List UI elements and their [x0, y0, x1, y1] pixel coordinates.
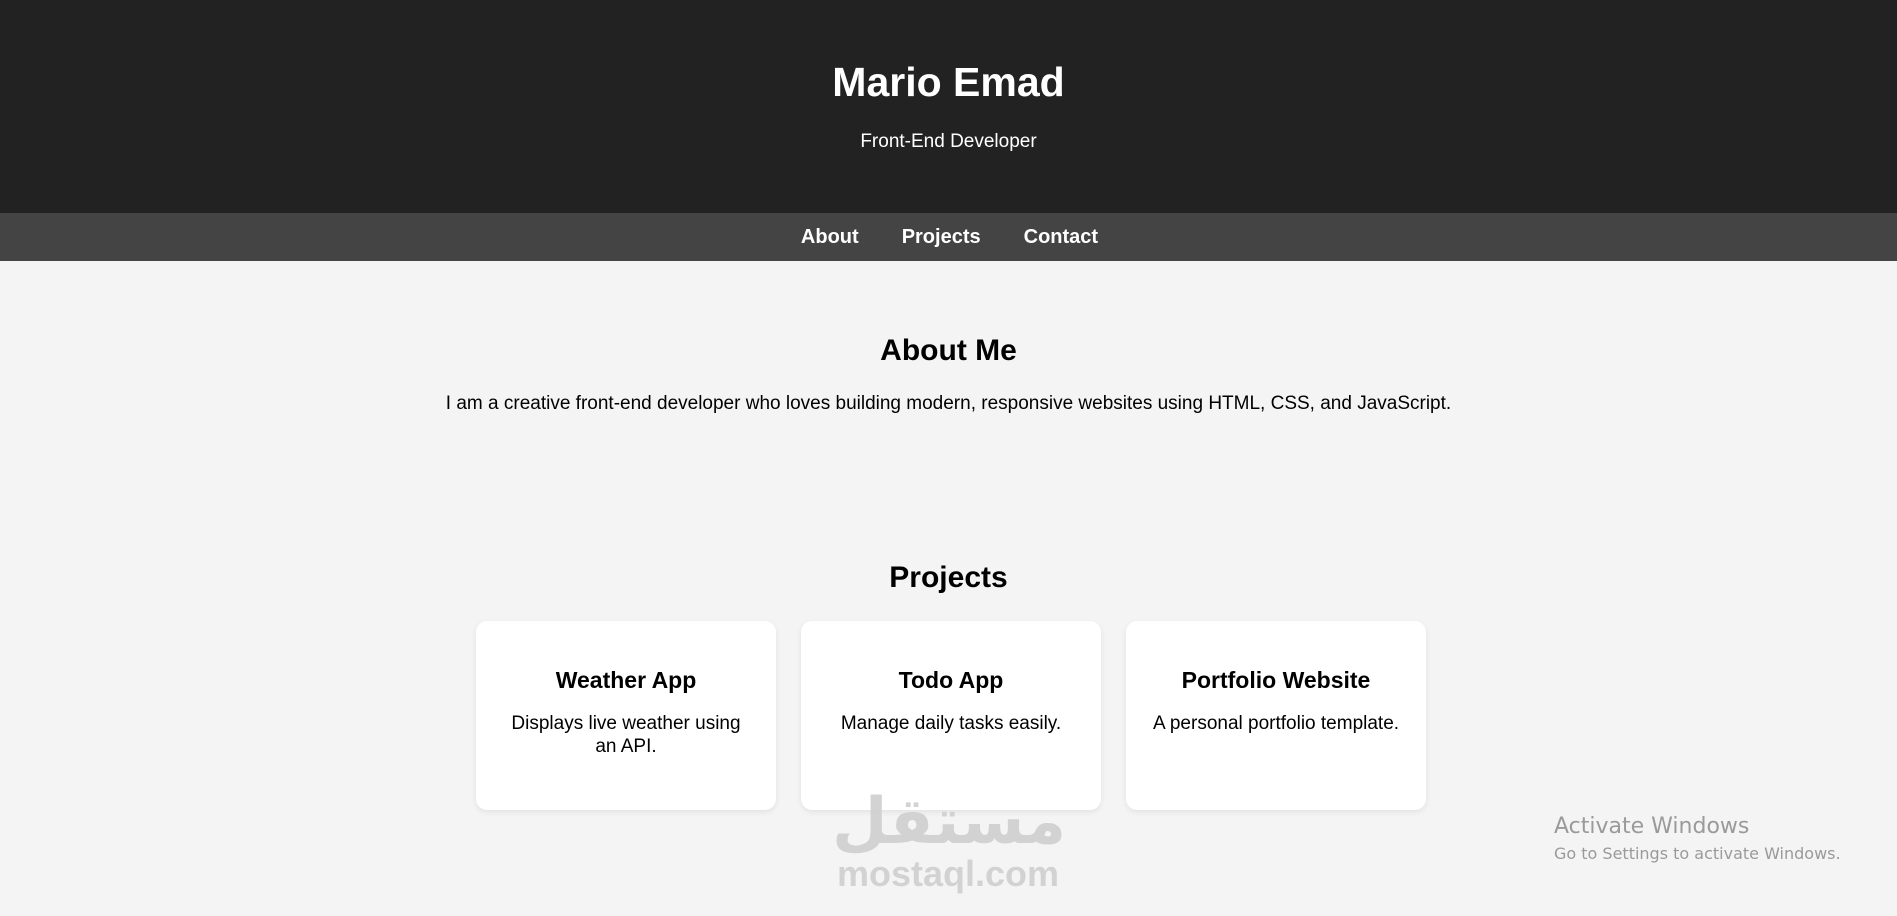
site-header: Mario Emad Front-End Developer [0, 0, 1897, 213]
site-title: Mario Emad [832, 59, 1065, 105]
watermark-latin-text: mostaql.com [836, 853, 1060, 894]
project-card-weather: Weather App Displays live weather using … [476, 621, 776, 810]
project-card-title: Todo App [898, 667, 1004, 693]
project-card-description: Manage daily tasks easily. [840, 713, 1062, 734]
project-card-description: Displays live weather using an API. [511, 713, 741, 757]
about-text: I am a creative front-end developer who … [445, 393, 1452, 414]
projects-title: Projects [889, 561, 1008, 594]
projects-grid: Weather App Displays live weather using … [476, 621, 1426, 810]
project-card-title: Portfolio Website [1181, 667, 1371, 693]
about-title: About Me [880, 334, 1017, 367]
activate-windows-overlay: Activate Windows Go to Settings to activ… [1554, 813, 1841, 865]
nav-link-about[interactable]: About [801, 225, 859, 249]
nav-link-projects[interactable]: Projects [902, 225, 981, 249]
site-subtitle: Front-End Developer [860, 131, 1037, 152]
activate-windows-title: Activate Windows [1554, 814, 1750, 839]
main-nav: About Projects Contact [0, 213, 1897, 261]
project-card-portfolio: Portfolio Website A personal portfolio t… [1126, 621, 1426, 810]
project-card-description: A personal portfolio template. [1152, 713, 1400, 734]
project-card-todo: Todo App Manage daily tasks easily. [801, 621, 1101, 810]
mostaql-watermark: مستقل mostaql.com [832, 785, 1067, 894]
nav-link-contact[interactable]: Contact [1024, 225, 1098, 249]
project-card-title: Weather App [555, 667, 697, 693]
activate-windows-hint: Go to Settings to activate Windows. [1554, 844, 1841, 863]
watermark-arabic-logo: مستقل [832, 785, 1067, 859]
